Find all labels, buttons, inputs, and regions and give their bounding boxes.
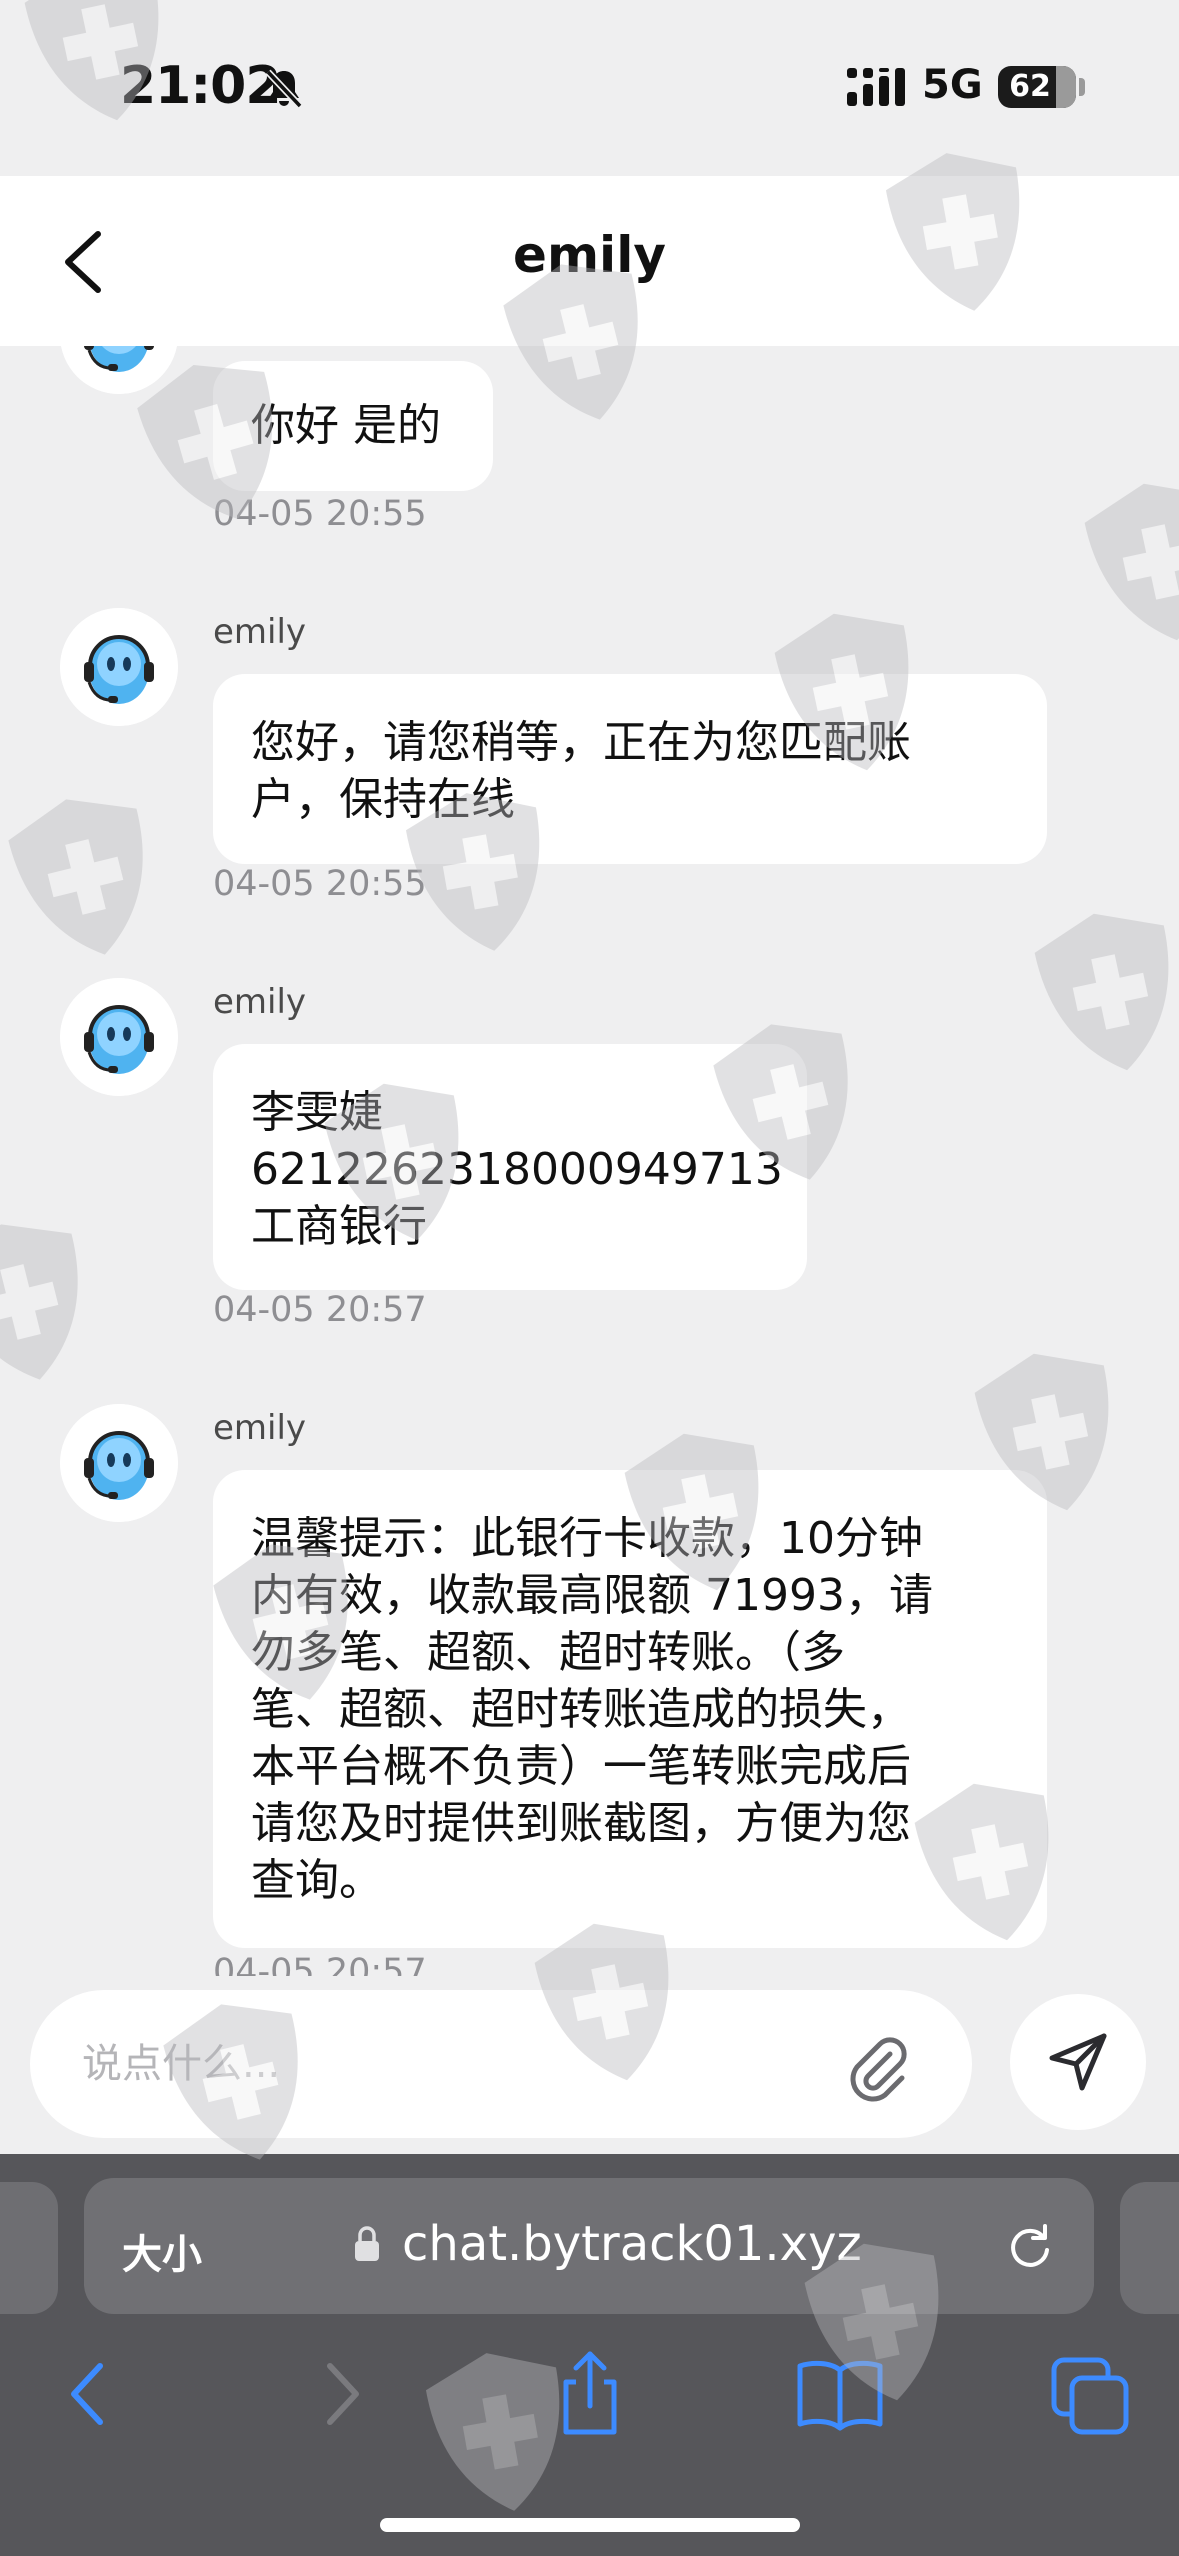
reload-icon[interactable] [1004, 2220, 1056, 2272]
message-bubble[interactable]: 温馨提示：此银行卡收款，10分钟 内有效，收款最高限额 71993，请 勿多笔、… [213, 1470, 1047, 1948]
message-bubble[interactable]: 您好，请您稍等，正在为您匹配账 户，保持在线 [213, 674, 1047, 864]
browser-nav-row [0, 2334, 1179, 2454]
agent-avatar-icon [60, 978, 178, 1096]
bell-slash-icon [265, 69, 303, 109]
battery-tip [1079, 78, 1085, 96]
message-text: 请您及时提供到账截图，方便为您 [251, 1798, 911, 1849]
share-icon[interactable] [540, 2344, 640, 2444]
nav-forward-button[interactable] [292, 2344, 392, 2444]
agent-avatar-icon [60, 608, 178, 726]
bookmarks-icon[interactable] [790, 2344, 890, 2444]
message-bubble[interactable]: 李雯婕 6212262318000949713 工商银行 [213, 1044, 807, 1290]
avatar[interactable] [60, 608, 178, 726]
address-bar[interactable]: 大小 chat.bytrack01.xyz [84, 2178, 1094, 2314]
battery-level: 62 [1009, 69, 1051, 104]
composer [0, 1976, 1179, 2154]
paperclip-icon[interactable] [838, 2028, 914, 2104]
chat-title: emily [513, 226, 666, 284]
message-text: 工商银行 [251, 1201, 427, 1252]
status-time: 21:02 [120, 56, 282, 116]
message-text: 温馨提示：此银行卡收款，10分钟 [251, 1513, 923, 1564]
message-bubble[interactable]: 你好 是的 [213, 361, 493, 491]
chat-header: emily [0, 176, 1179, 346]
avatar[interactable] [60, 346, 178, 394]
message-timestamp: 04-05 20:57 [213, 1952, 427, 1976]
sender-name: emily [213, 612, 307, 652]
tab-preview-left[interactable] [0, 2182, 58, 2314]
message-text: 勿多笔、超额、超时转账。（多 [251, 1627, 845, 1678]
message-text: 笔、超额、超时转账造成的损失， [251, 1684, 911, 1735]
network-label: 5G [922, 62, 983, 108]
lock-icon [355, 2226, 379, 2261]
nav-back-button[interactable] [38, 2344, 138, 2444]
message-timestamp: 04-05 20:55 [213, 864, 427, 904]
message-text: 李雯婕 [251, 1087, 383, 1138]
sender-name: emily [213, 982, 307, 1022]
browser-toolbar: 大小 chat.bytrack01.xyz [0, 2154, 1179, 2556]
home-indicator [380, 2518, 800, 2532]
status-bar: 21:02 5G 62 [0, 0, 1179, 176]
message-text: 您好，请您稍等，正在为您匹配账 [251, 717, 911, 768]
send-button[interactable] [1010, 1994, 1146, 2130]
tabs-icon[interactable] [1040, 2344, 1140, 2444]
message-text: 查询。 [251, 1855, 383, 1906]
url-text: chat.bytrack01.xyz [402, 2216, 862, 2272]
message-timestamp: 04-05 20:55 [213, 494, 427, 534]
sender-name: emily [213, 1408, 307, 1448]
tab-preview-right[interactable] [1120, 2182, 1179, 2314]
message-text: 6212262318000949713 [251, 1144, 783, 1195]
message-text: 你好 是的 [251, 400, 441, 451]
message-input[interactable] [30, 1990, 972, 2138]
message-text: 户，保持在线 [251, 774, 515, 825]
message-text: 内有效，收款最高限额 71993，请 [251, 1570, 933, 1621]
battery-indicator: 62 [998, 66, 1076, 108]
agent-avatar-icon [60, 1404, 178, 1522]
message-list[interactable]: 你好 是的 04-05 20:55 emily 您好，请您稍等，正在为您匹配账 … [0, 346, 1179, 1976]
agent-avatar-icon [61, 346, 177, 394]
page-settings-button[interactable]: 大小 [122, 2222, 202, 2280]
message-text: 本平台概不负责）一笔转账完成后 [251, 1741, 911, 1792]
send-icon [1049, 2033, 1107, 2091]
message-timestamp: 04-05 20:57 [213, 1290, 427, 1330]
avatar[interactable] [60, 978, 178, 1096]
avatar[interactable] [60, 1404, 178, 1522]
signal-icon [847, 68, 905, 106]
